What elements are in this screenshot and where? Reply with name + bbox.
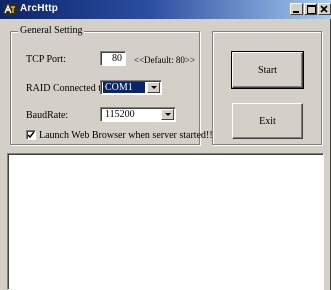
launch-browser-checkbox[interactable] bbox=[26, 130, 36, 140]
exit-button[interactable]: Exit bbox=[232, 103, 303, 139]
tcp-port-value: 80 bbox=[112, 53, 122, 64]
tcp-port-default-hint: <<Default: 80>> bbox=[134, 55, 196, 65]
maximize-icon bbox=[307, 5, 316, 14]
exit-button-label: Exit bbox=[259, 116, 276, 127]
tcp-port-label: TCP Port: bbox=[26, 54, 66, 65]
close-button[interactable] bbox=[318, 3, 331, 15]
general-setting-legend: General Setting bbox=[18, 25, 85, 36]
start-button[interactable]: Start bbox=[231, 51, 304, 89]
baudrate-label: BaudRate: bbox=[26, 110, 69, 121]
close-icon bbox=[320, 5, 328, 13]
minimize-icon bbox=[293, 11, 299, 13]
window-title: ArcHttp bbox=[20, 3, 59, 14]
start-button-label: Start bbox=[258, 65, 277, 76]
baudrate-select[interactable]: 115200 bbox=[100, 107, 176, 122]
raid-port-select[interactable]: COM1 bbox=[100, 80, 162, 95]
checkmark-icon bbox=[27, 131, 35, 139]
log-output-area[interactable] bbox=[7, 153, 324, 290]
raid-port-selected: COM1 bbox=[103, 82, 145, 93]
minimize-button[interactable] bbox=[290, 3, 303, 15]
tcp-port-input[interactable]: 80 bbox=[100, 51, 126, 66]
raid-connected-label: RAID Connected to: bbox=[26, 83, 109, 94]
baudrate-selected: 115200 bbox=[105, 109, 135, 120]
archttp-window: ArcHttp General Setting TCP Port: 80 <<D… bbox=[0, 0, 331, 290]
chevron-down-icon[interactable] bbox=[147, 82, 160, 93]
archttp-app-icon bbox=[3, 3, 17, 16]
launch-browser-label[interactable]: Launch Web Browser when server started!! bbox=[39, 130, 213, 141]
maximize-button[interactable] bbox=[304, 3, 317, 15]
title-bar[interactable]: ArcHttp bbox=[0, 0, 331, 19]
chevron-down-icon[interactable] bbox=[161, 109, 174, 120]
